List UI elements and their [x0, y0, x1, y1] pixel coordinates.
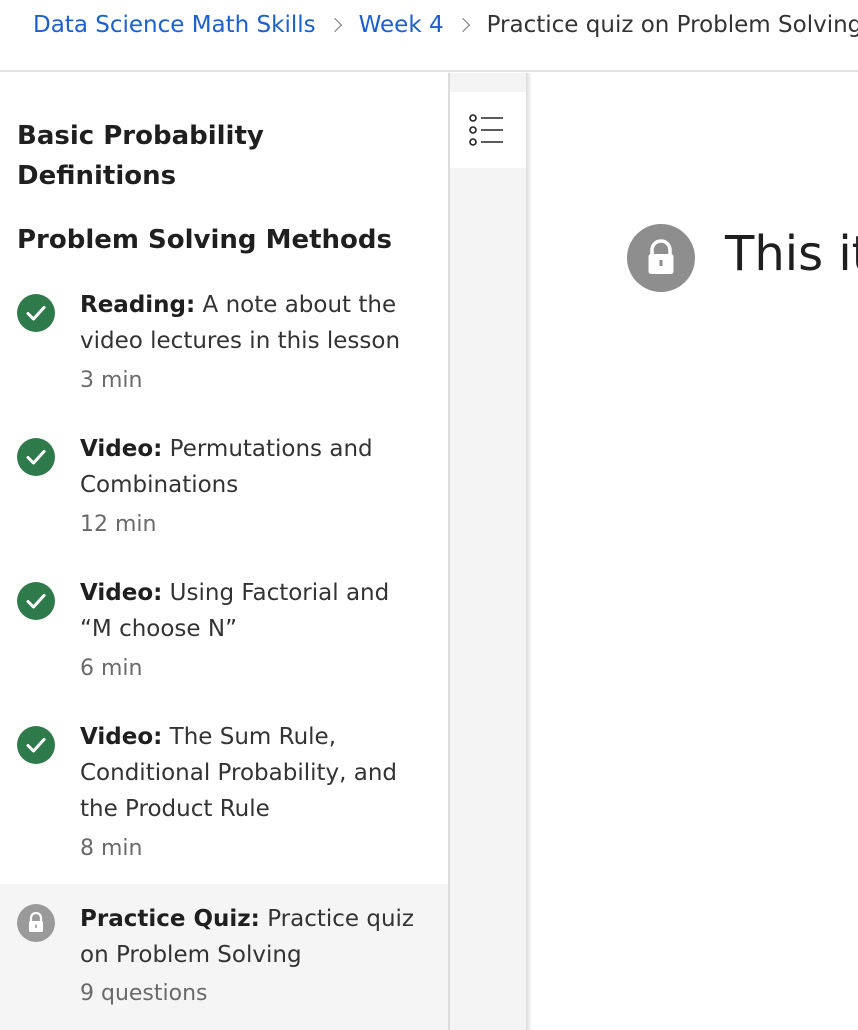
section-title-basic-probability[interactable]: Basic Probability Definitions	[17, 116, 417, 196]
content-heading: This it	[725, 226, 858, 282]
lesson-item-question-count: 9 questions	[80, 981, 208, 1006]
list-icon	[469, 114, 503, 146]
lesson-item-sum-rule[interactable]: Video: The Sum Rule, Conditional Probabi…	[0, 713, 448, 873]
lesson-item-duration: 6 min	[80, 656, 143, 681]
rail-shadow	[526, 73, 532, 1030]
lesson-item-duration: 12 min	[80, 512, 157, 537]
sidebar-toggle-rail	[450, 73, 526, 1030]
lesson-item-title: Reading: A note about the video lectures…	[80, 287, 420, 359]
lesson-item-type: Reading:	[80, 292, 196, 318]
breadcrumb-course-link[interactable]: Data Science Math Skills	[33, 12, 316, 38]
lesson-item-title: Video: Permutations and Combinations	[80, 431, 420, 503]
chevron-right-icon	[455, 17, 470, 33]
breadcrumb-current: Practice quiz on Problem Solving	[486, 12, 858, 38]
lock-icon	[17, 904, 55, 942]
section-title-problem-solving[interactable]: Problem Solving Methods	[17, 220, 417, 260]
top-bar: Data Science Math Skills Week 4 Practice…	[0, 0, 858, 72]
lesson-item-type: Video:	[80, 436, 163, 462]
lesson-item-duration: 3 min	[80, 368, 143, 393]
breadcrumb-week-link[interactable]: Week 4	[359, 12, 444, 38]
completed-check-icon	[17, 438, 55, 476]
lesson-item-title: Video: Using Factorial and “M choose N”	[80, 575, 420, 647]
lesson-item-permutations[interactable]: Video: Permutations and Combinations 12 …	[0, 425, 448, 549]
lesson-item-factorial[interactable]: Video: Using Factorial and “M choose N” …	[0, 569, 448, 693]
toggle-outline-button[interactable]	[450, 92, 526, 168]
completed-check-icon	[17, 294, 55, 332]
lesson-item-type: Practice Quiz:	[80, 906, 260, 932]
lesson-item-title: Video: The Sum Rule, Conditional Probabi…	[80, 719, 420, 827]
completed-check-icon	[17, 726, 55, 764]
lesson-item-practice-quiz[interactable]: Practice Quiz: Practice quiz on Problem …	[0, 884, 448, 1030]
lock-icon	[627, 224, 695, 292]
lesson-item-reading-note[interactable]: Reading: A note about the video lectures…	[0, 281, 448, 405]
lesson-item-type: Video:	[80, 724, 163, 750]
chevron-right-icon	[327, 17, 342, 33]
completed-check-icon	[17, 582, 55, 620]
lesson-item-title: Practice Quiz: Practice quiz on Problem …	[80, 901, 420, 973]
lesson-sidebar: Basic Probability Definitions Problem So…	[0, 73, 448, 1030]
lesson-item-duration: 8 min	[80, 836, 143, 861]
breadcrumb: Data Science Math Skills Week 4 Practice…	[33, 12, 858, 38]
lesson-item-type: Video:	[80, 580, 163, 606]
